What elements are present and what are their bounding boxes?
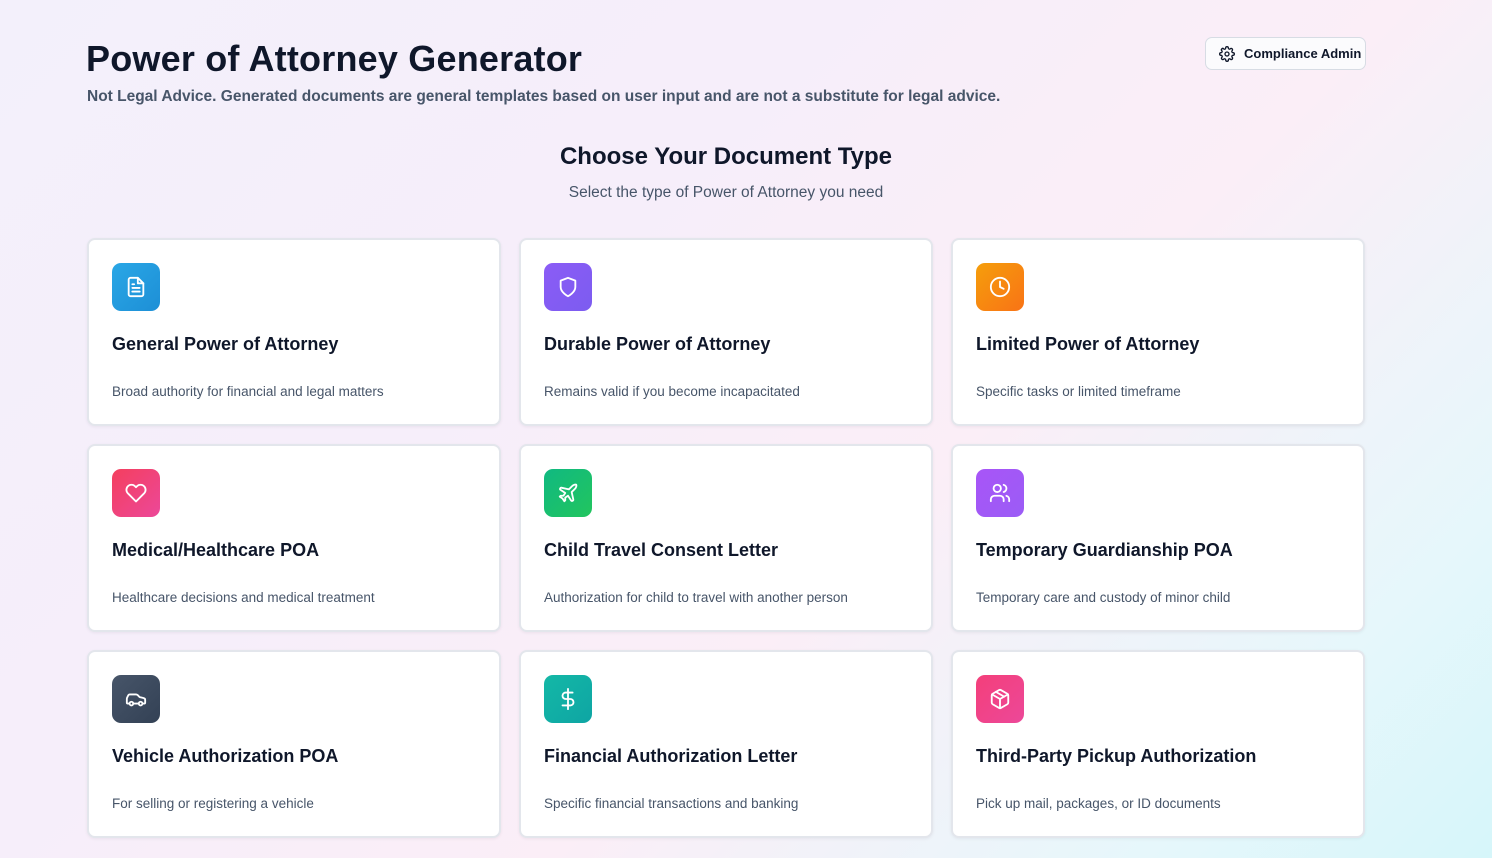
plane-icon: [544, 469, 592, 517]
card-child-travel[interactable]: Child Travel Consent Letter Authorizatio…: [519, 444, 933, 632]
card-description: Specific financial transactions and bank…: [544, 796, 799, 811]
card-title: Limited Power of Attorney: [976, 334, 1200, 354]
document-type-grid: General Power of Attorney Broad authorit…: [87, 238, 1365, 838]
dollar-icon: [544, 675, 592, 723]
card-description: Broad authority for financial and legal …: [112, 384, 384, 399]
document-icon: [112, 263, 160, 311]
card-description: Authorization for child to travel with a…: [544, 590, 848, 605]
card-description: Specific tasks or limited timeframe: [976, 384, 1181, 399]
card-title: Temporary Guardianship POA: [976, 540, 1233, 560]
page-title: Power of Attorney Generator: [86, 38, 583, 79]
card-financial-authorization[interactable]: Financial Authorization Letter Specific …: [519, 650, 933, 838]
card-description: Temporary care and custody of minor chil…: [976, 590, 1231, 605]
heart-icon: [112, 469, 160, 517]
card-title: Financial Authorization Letter: [544, 746, 798, 766]
card-title: Third-Party Pickup Authorization: [976, 746, 1257, 766]
package-icon: [976, 675, 1024, 723]
card-description: Pick up mail, packages, or ID documents: [976, 796, 1221, 811]
card-description: Healthcare decisions and medical treatme…: [112, 590, 375, 605]
compliance-admin-label: Compliance Admin: [1244, 46, 1362, 61]
card-title: Child Travel Consent Letter: [544, 540, 779, 560]
compliance-admin-button[interactable]: Compliance Admin: [1205, 37, 1366, 70]
card-temporary-guardianship[interactable]: Temporary Guardianship POA Temporary car…: [951, 444, 1365, 632]
card-description: Remains valid if you become incapacitate…: [544, 384, 800, 399]
section-title: Choose Your Document Type: [559, 143, 893, 170]
car-icon: [112, 675, 160, 723]
card-medical-poa[interactable]: Medical/Healthcare POA Healthcare decisi…: [87, 444, 501, 632]
card-title: Vehicle Authorization POA: [112, 746, 339, 766]
card-durable-poa[interactable]: Durable Power of Attorney Remains valid …: [519, 238, 933, 426]
users-icon: [976, 469, 1024, 517]
shield-icon: [544, 263, 592, 311]
card-title: Medical/Healthcare POA: [112, 540, 320, 560]
legal-disclaimer: Not Legal Advice. Generated documents ar…: [87, 88, 1001, 105]
card-general-poa[interactable]: General Power of Attorney Broad authorit…: [87, 238, 501, 426]
card-title: Durable Power of Attorney: [544, 334, 771, 354]
card-description: For selling or registering a vehicle: [112, 796, 314, 811]
card-third-party-pickup[interactable]: Third-Party Pickup Authorization Pick up…: [951, 650, 1365, 838]
gear-icon: [1219, 45, 1235, 62]
card-vehicle-authorization[interactable]: Vehicle Authorization POA For selling or…: [87, 650, 501, 838]
section-subtitle: Select the type of Power of Attorney you…: [568, 184, 884, 201]
card-title: General Power of Attorney: [112, 334, 339, 354]
card-limited-poa[interactable]: Limited Power of Attorney Specific tasks…: [951, 238, 1365, 426]
clock-icon: [976, 263, 1024, 311]
